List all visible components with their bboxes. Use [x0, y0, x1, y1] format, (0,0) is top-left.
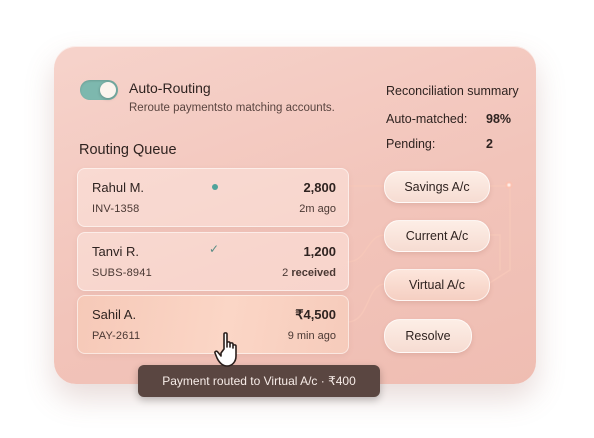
dot-icon	[212, 184, 218, 190]
received-label: received	[288, 267, 336, 279]
queue-row-rahul[interactable]: Rahul M. 2,800 INV-1358 2m ago	[77, 168, 349, 227]
payer-name: Sahil A.	[92, 307, 137, 322]
payment-reference: INV-1358	[92, 203, 140, 215]
payment-amount: 2,800	[303, 180, 336, 195]
virtual-account-button[interactable]: Virtual A/c	[384, 269, 490, 301]
payment-time: 2m ago	[299, 203, 336, 215]
routing-queue-title: Routing Queue	[79, 142, 177, 158]
payment-amount: ₹4,500	[295, 307, 336, 322]
auto-routing-subtitle: Reroute paymentsto matching accounts.	[129, 102, 335, 114]
payment-reference: SUBS-8941	[92, 267, 152, 279]
queue-row-tanvi[interactable]: Tanvi R. ✓ 1,200 SUBS-8941 2 received	[77, 232, 349, 291]
auto-matched-value: 98%	[486, 112, 512, 126]
payment-status: 2 received	[282, 267, 336, 279]
payment-reference: PAY-2611	[92, 330, 141, 342]
auto-routing-title: Auto-Routing	[129, 80, 211, 96]
auto-routing-toggle[interactable]	[80, 80, 118, 100]
current-account-button[interactable]: Current A/c	[384, 220, 490, 252]
pending-label: Pending:	[386, 137, 436, 151]
reconciliation-summary-title: Reconciliation summary	[386, 84, 519, 98]
check-icon: ✓	[209, 242, 220, 256]
savings-account-button[interactable]: Savings A/c	[384, 171, 490, 203]
toggle-knob	[100, 82, 116, 98]
tooltip-text: Payment routed to Virtual A/c · ₹400	[162, 374, 356, 388]
route-spark	[505, 181, 513, 189]
routing-tooltip: Payment routed to Virtual A/c · ₹400	[138, 365, 380, 397]
resolve-button[interactable]: Resolve	[384, 319, 472, 353]
payment-amount: 1,200	[303, 244, 336, 259]
payment-time: 9 min ago	[287, 330, 336, 342]
pending-value: 2	[486, 137, 493, 151]
queue-row-sahil[interactable]: Sahil A. ₹4,500 PAY-2611 9 min ago	[77, 295, 349, 354]
payer-name: Rahul M.	[92, 180, 145, 195]
hand-pointer-icon	[214, 332, 237, 367]
auto-matched-label: Auto-matched:	[386, 112, 468, 126]
payer-name: Tanvi R.	[92, 244, 139, 259]
